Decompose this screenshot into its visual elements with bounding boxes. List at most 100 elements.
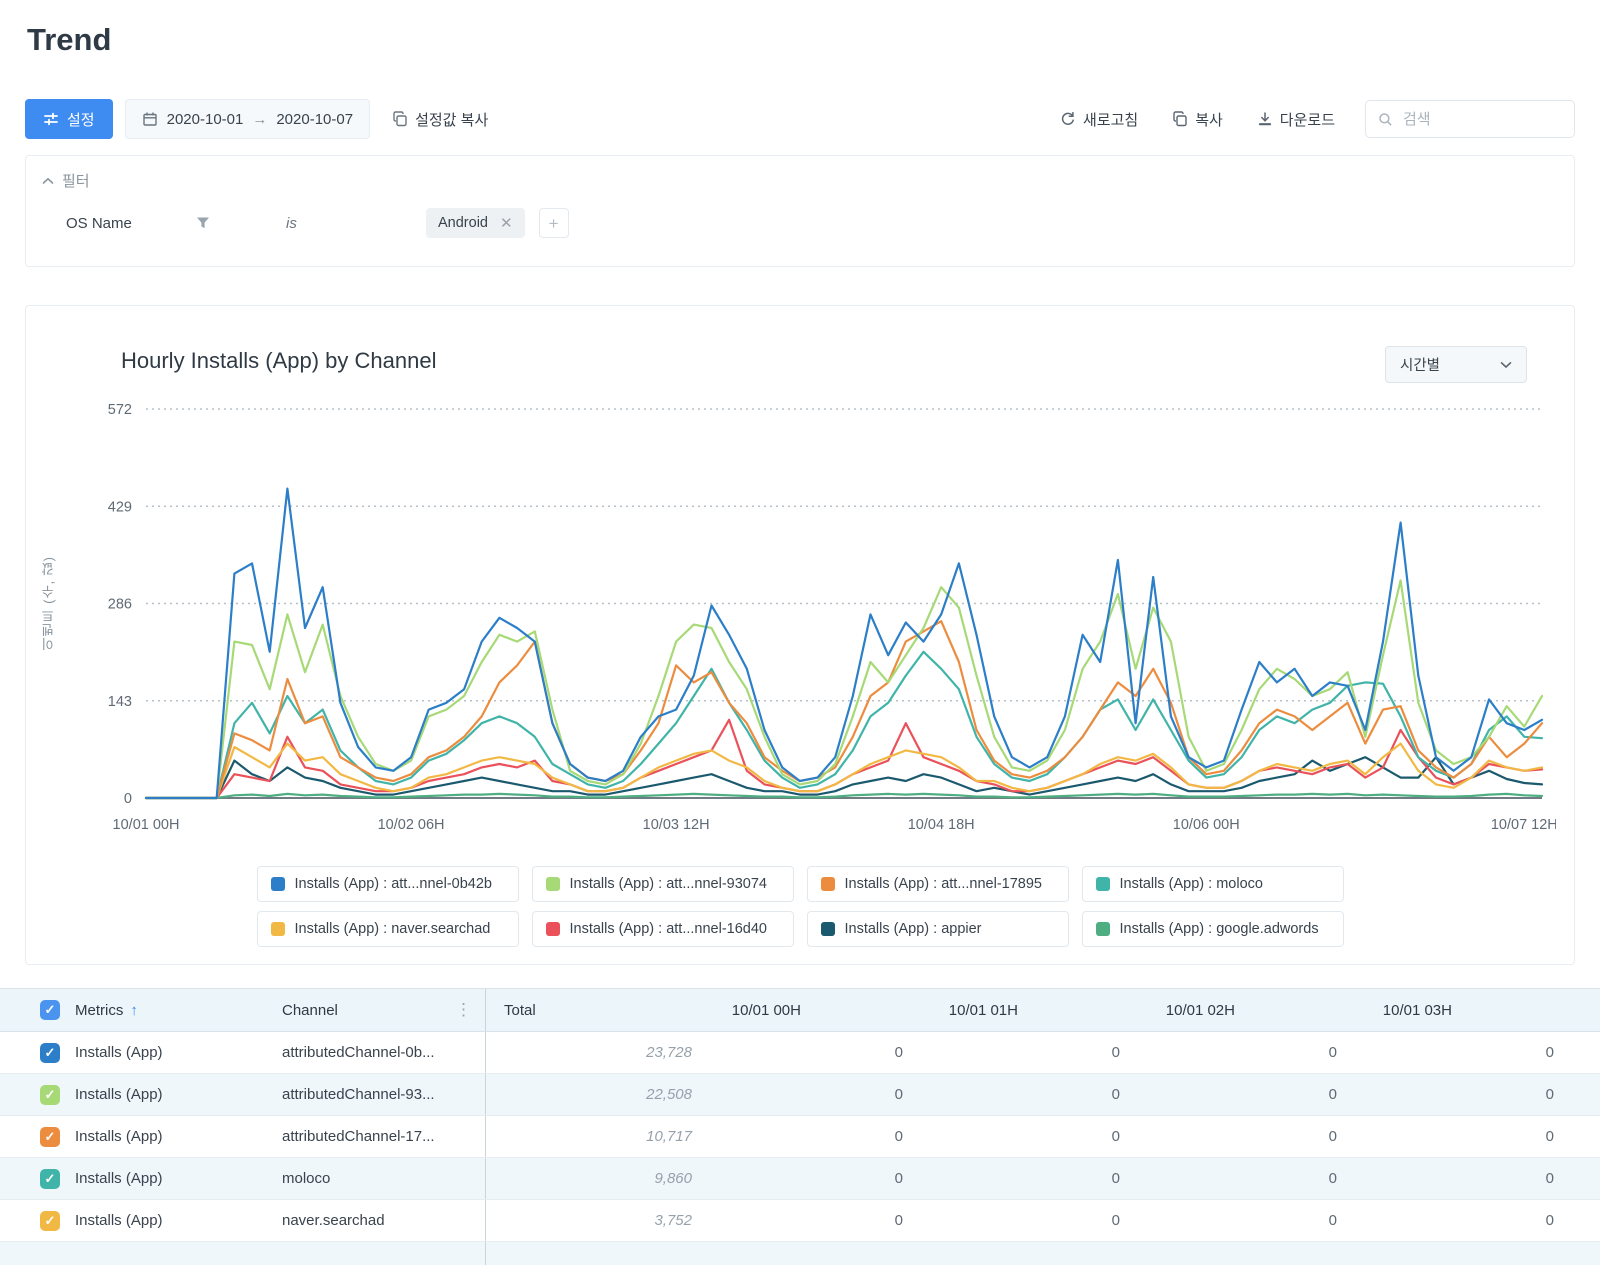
settings-button-label: 설정 xyxy=(67,109,95,130)
metrics-column-header[interactable]: Metrics↑ xyxy=(75,989,282,1031)
toolbar: 설정 2020-10-01 → 2020-10-07 설정값 복사 xyxy=(25,99,1575,139)
copy-button[interactable]: 복사 xyxy=(1168,99,1227,139)
copy-icon xyxy=(392,111,408,127)
metric-cell: Installs (App) xyxy=(75,1200,282,1241)
legend-swatch xyxy=(271,922,285,936)
x-tick-label: 10/07 12H xyxy=(1491,817,1556,832)
y-tick-label: 286 xyxy=(108,597,132,613)
hour-value-cell: 0 xyxy=(921,1116,1138,1157)
legend-item[interactable]: Installs (App) : google.adwords xyxy=(1082,911,1344,947)
hour-value-cell: 0 xyxy=(704,1200,921,1241)
x-tick-label: 10/06 00H xyxy=(1173,817,1240,832)
chevron-down-icon xyxy=(1500,361,1512,369)
legend-item[interactable]: Installs (App) : moloco xyxy=(1082,866,1344,902)
chart-card: Hourly Installs (App) by Channel 시간별 이벤트… xyxy=(25,305,1575,965)
download-icon xyxy=(1257,111,1273,127)
y-axis-label: 이벤트 (수, 값) xyxy=(39,556,58,651)
refresh-icon xyxy=(1060,111,1076,127)
legend-item[interactable]: Installs (App) : appier xyxy=(807,911,1069,947)
row-checkbox-cell: ✓ xyxy=(0,1116,75,1157)
filter-field-label[interactable]: OS Name xyxy=(66,215,196,232)
legend-label: Installs (App) : naver.searchad xyxy=(295,921,491,937)
row-checkbox[interactable]: ✓ xyxy=(40,1085,60,1105)
row-checkbox[interactable]: ✓ xyxy=(40,1211,60,1231)
sort-ascending-icon[interactable]: ↑ xyxy=(130,1002,138,1019)
download-button[interactable]: 다운로드 xyxy=(1253,99,1339,139)
granularity-select[interactable]: 시간별 xyxy=(1385,346,1527,383)
trend-page: Trend 설정 2020-10-01 → 2020-10-07 xyxy=(0,0,1600,1265)
download-label: 다운로드 xyxy=(1280,109,1335,130)
metric-cell xyxy=(75,1242,282,1265)
hour-value-cell: 0 xyxy=(1138,1116,1355,1157)
total-cell xyxy=(485,1242,704,1265)
search-input[interactable] xyxy=(1401,110,1600,129)
date-start: 2020-10-01 xyxy=(167,111,244,128)
row-checkbox[interactable]: ✓ xyxy=(40,1169,60,1189)
total-cell: 10,717 xyxy=(485,1116,704,1157)
hour-column-header: 10/01 02H xyxy=(1138,989,1355,1031)
hour-value-cell: 0 xyxy=(704,1158,921,1199)
settings-button[interactable]: 설정 xyxy=(25,99,113,139)
y-tick-label: 0 xyxy=(124,791,132,807)
copy-settings-button[interactable]: 설정값 복사 xyxy=(388,99,492,139)
x-tick-label: 10/02 06H xyxy=(378,817,445,832)
x-tick-label: 10/04 18H xyxy=(908,817,975,832)
hour-column-header: 10/01 01H xyxy=(921,989,1138,1031)
channel-column-header[interactable]: Channel⋮ xyxy=(282,989,485,1031)
table-row: ✓Installs (App)attributedChannel-17...10… xyxy=(0,1116,1600,1158)
arrow-right-icon: → xyxy=(252,111,267,128)
legend-swatch xyxy=(271,877,285,891)
refresh-button[interactable]: 새로고침 xyxy=(1056,99,1142,139)
select-all-checkbox[interactable]: ✓ xyxy=(40,1000,60,1020)
legend-swatch xyxy=(546,877,560,891)
legend-item[interactable]: Installs (App) : att...nnel-17895 xyxy=(807,866,1069,902)
hour-value-cell: 0 xyxy=(921,1032,1138,1073)
legend-item[interactable]: Installs (App) : att...nnel-93074 xyxy=(532,866,794,902)
channel-cell xyxy=(282,1242,485,1265)
copy-icon xyxy=(1172,111,1188,127)
funnel-icon[interactable] xyxy=(196,216,210,230)
row-checkbox-cell: ✓ xyxy=(0,1074,75,1115)
hour-column-header: 10/01 04H xyxy=(1572,989,1600,1031)
filter-operator[interactable]: is xyxy=(286,215,396,232)
metric-cell: Installs (App) xyxy=(75,1116,282,1157)
filter-collapse-toggle[interactable]: 필터 xyxy=(42,170,90,191)
channel-cell: moloco xyxy=(282,1158,485,1199)
y-tick-label: 572 xyxy=(108,402,132,418)
legend-swatch xyxy=(1096,922,1110,936)
header-checkbox-cell: ✓ xyxy=(0,989,75,1031)
hour-value-cell: 0 xyxy=(1355,1032,1572,1073)
legend-item[interactable]: Installs (App) : att...nnel-16d40 xyxy=(532,911,794,947)
column-options-icon[interactable]: ⋮ xyxy=(455,1000,473,1020)
copy-settings-label: 설정값 복사 xyxy=(415,109,488,130)
y-tick-label: 429 xyxy=(108,499,132,515)
granularity-value: 시간별 xyxy=(1400,354,1440,375)
row-checkbox[interactable]: ✓ xyxy=(40,1127,60,1147)
filter-panel: 필터 OS Name is Android ✕ + xyxy=(25,155,1575,267)
metric-cell: Installs (App) xyxy=(75,1074,282,1115)
legend-label: Installs (App) : google.adwords xyxy=(1120,921,1319,937)
legend-label: Installs (App) : att...nnel-93074 xyxy=(570,876,767,892)
add-filter-value-button[interactable]: + xyxy=(539,208,569,238)
chart-legend: Installs (App) : att...nnel-0b42b Install… xyxy=(26,866,1574,947)
row-checkbox-cell: ✓ xyxy=(0,1158,75,1199)
legend-item[interactable]: Installs (App) : naver.searchad xyxy=(257,911,519,947)
legend-item[interactable]: Installs (App) : att...nnel-0b42b xyxy=(257,866,519,902)
close-icon[interactable]: ✕ xyxy=(500,216,513,231)
row-checkbox[interactable]: ✓ xyxy=(40,1043,60,1063)
metric-cell: Installs (App) xyxy=(75,1032,282,1073)
table-row-partial xyxy=(0,1242,1600,1265)
x-tick-label: 10/03 12H xyxy=(643,817,710,832)
filter-value-chip[interactable]: Android ✕ xyxy=(426,208,525,238)
hour-column-header: 10/01 00H xyxy=(704,989,921,1031)
hour-value-cell: 0 xyxy=(921,1158,1138,1199)
table-header-row: ✓Metrics↑Channel⋮Total10/01 00H10/01 01H… xyxy=(0,988,1600,1032)
y-tick-label: 143 xyxy=(108,694,132,710)
legend-label: Installs (App) : att...nnel-16d40 xyxy=(570,921,767,937)
legend-label: Installs (App) : att...nnel-0b42b xyxy=(295,876,492,892)
legend-swatch xyxy=(821,922,835,936)
total-cell: 22,508 xyxy=(485,1074,704,1115)
series-line xyxy=(146,621,1542,798)
date-range-picker[interactable]: 2020-10-01 → 2020-10-07 xyxy=(125,99,370,139)
filter-row: OS Name is Android ✕ + xyxy=(66,208,569,238)
